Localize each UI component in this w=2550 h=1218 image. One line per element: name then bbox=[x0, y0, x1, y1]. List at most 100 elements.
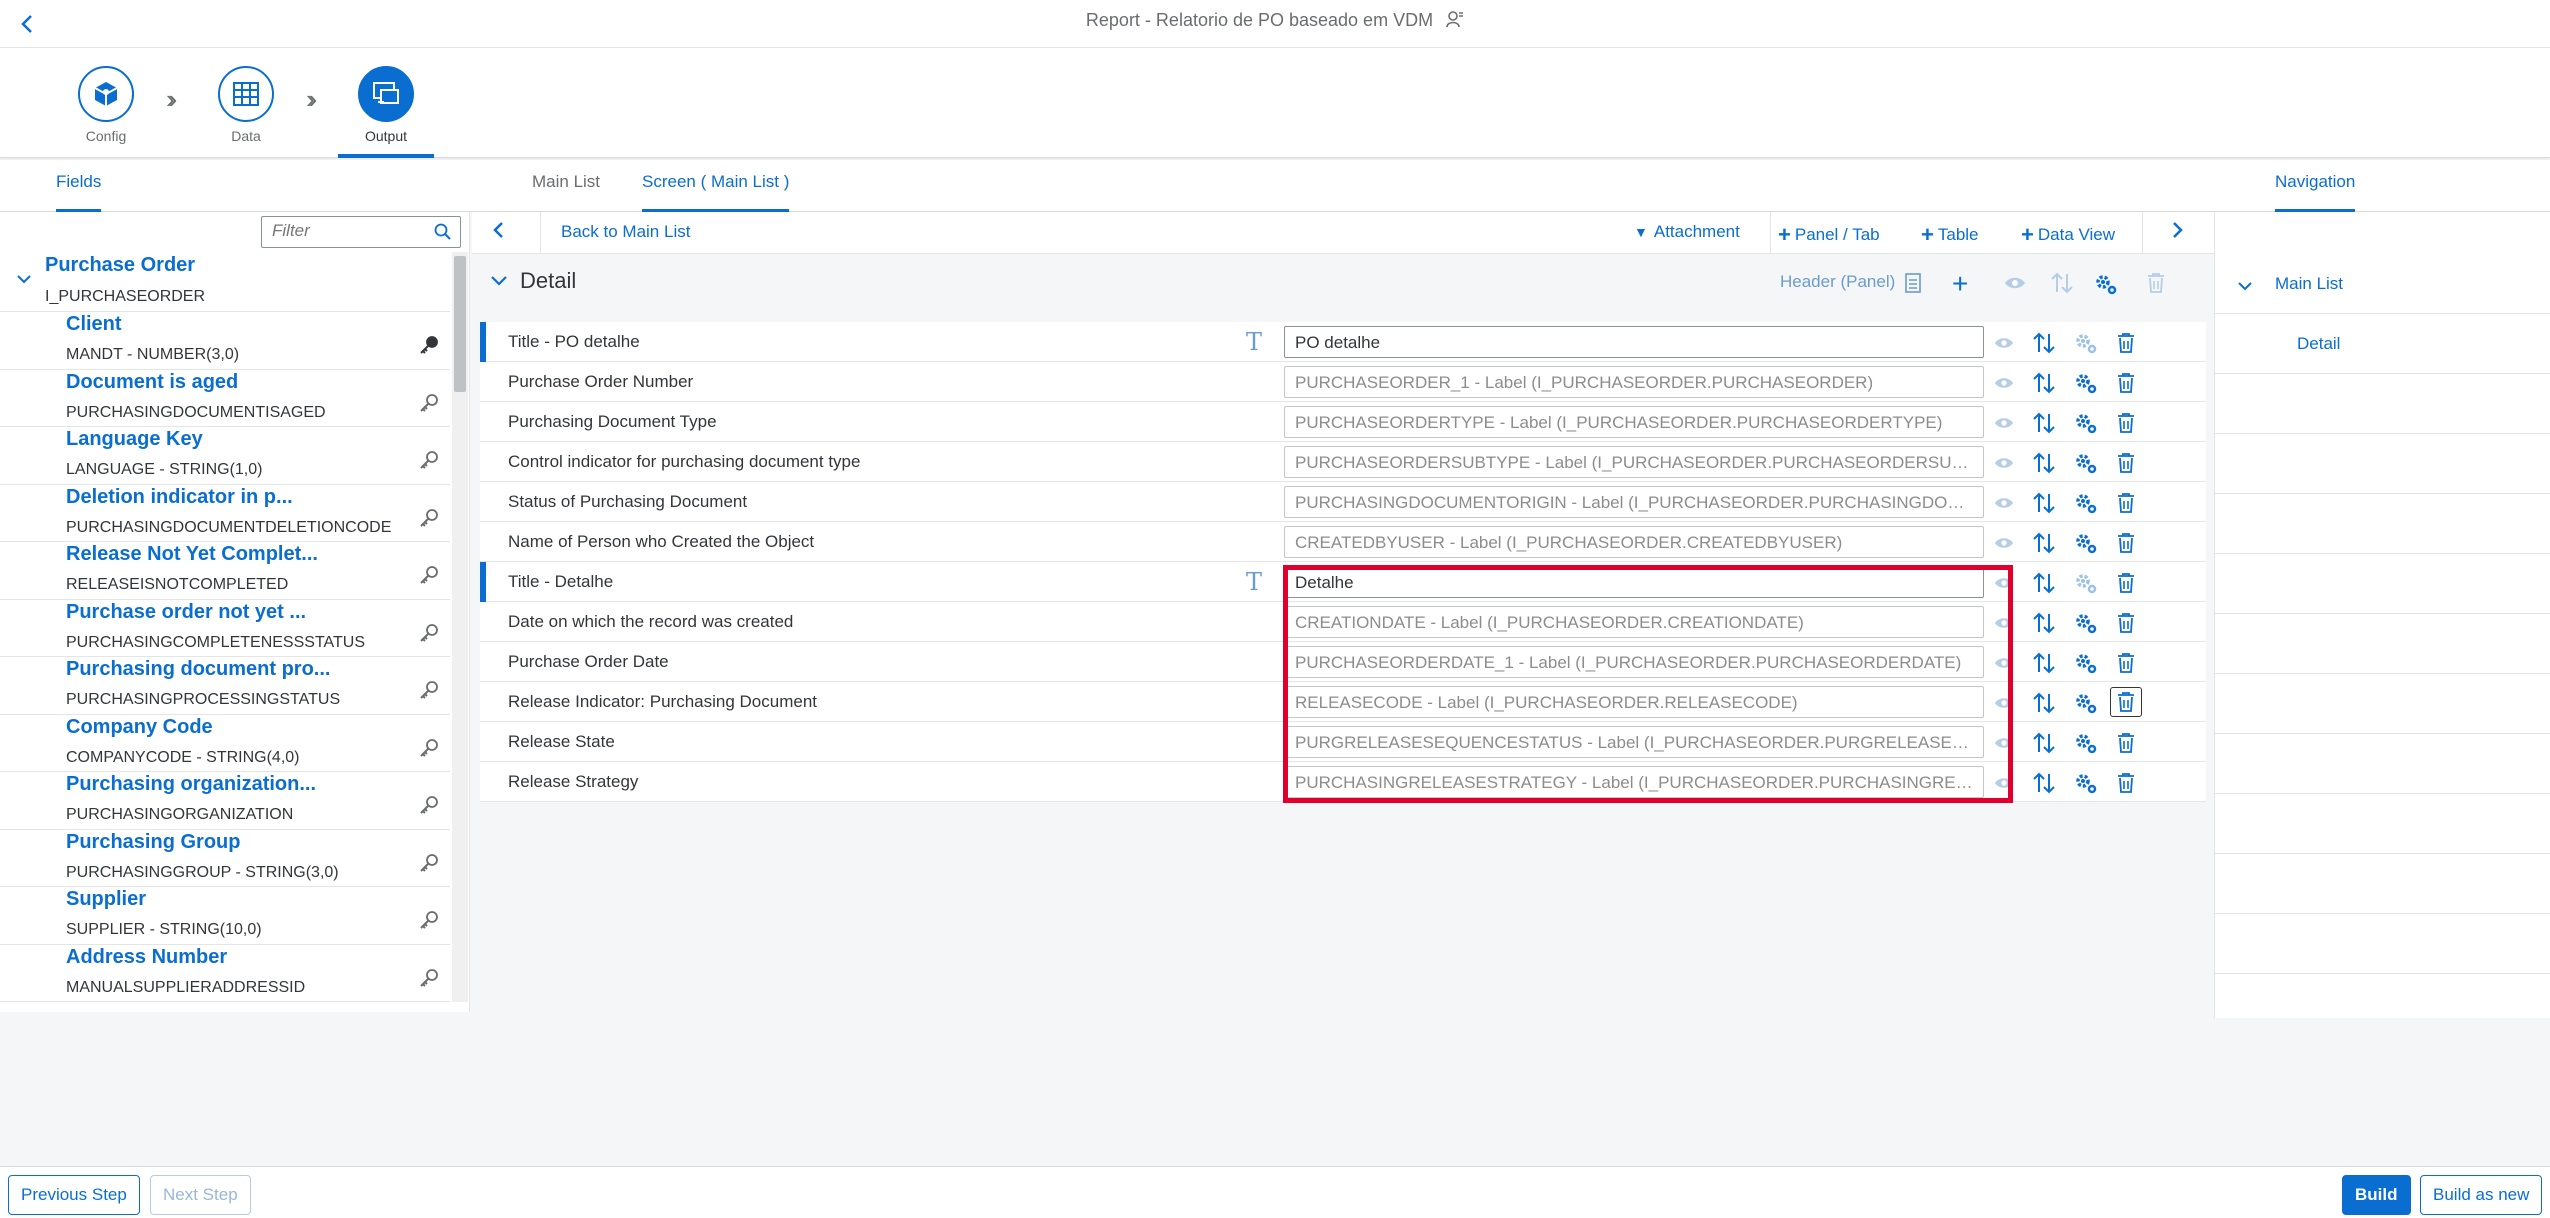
eye-icon[interactable] bbox=[1992, 451, 2016, 475]
row-field-input[interactable]: PURCHASINGDOCUMENTORIGIN - Label (I_PURC… bbox=[1284, 486, 1984, 518]
delete-icon[interactable] bbox=[2114, 411, 2138, 435]
field-list-scrollbar[interactable] bbox=[452, 252, 468, 1002]
eye-icon[interactable] bbox=[1992, 491, 2016, 515]
detail-row[interactable]: Release Strategy PURCHASINGRELEASESTRATEG… bbox=[480, 762, 2206, 802]
sort-icon[interactable] bbox=[2032, 571, 2056, 595]
step-config[interactable]: Config bbox=[46, 66, 166, 144]
field-item[interactable]: Address Number MANUALSUPPLIERADDRESSID bbox=[0, 945, 450, 1002]
delete-icon[interactable] bbox=[2114, 371, 2138, 395]
sort-icon[interactable] bbox=[2032, 331, 2056, 355]
delete-icon[interactable] bbox=[2114, 651, 2138, 675]
settings-icon[interactable] bbox=[2074, 691, 2098, 715]
field-item[interactable]: Purchasing document pro... PURCHASINGPROC… bbox=[0, 657, 450, 715]
key-icon[interactable] bbox=[418, 622, 440, 649]
row-field-input[interactable]: PURCHASEORDERDATE_1 - Label (I_PURCHASEO… bbox=[1284, 646, 1984, 678]
eye-icon[interactable] bbox=[1992, 371, 2016, 395]
eye-icon[interactable] bbox=[1992, 411, 2016, 435]
key-icon[interactable] bbox=[418, 737, 440, 764]
tree-root-purchase-order[interactable]: Purchase Order I_PURCHASEORDER bbox=[0, 252, 450, 312]
next-step-button[interactable]: Next Step bbox=[150, 1175, 251, 1215]
delete-icon[interactable] bbox=[2114, 571, 2138, 595]
sort-icon[interactable] bbox=[2032, 451, 2056, 475]
delete-icon[interactable] bbox=[2114, 731, 2138, 755]
key-icon[interactable] bbox=[418, 507, 440, 534]
step-data[interactable]: Data bbox=[186, 66, 306, 144]
nav-item-detail[interactable]: Detail bbox=[2215, 314, 2550, 374]
field-item[interactable]: Client MANDT - NUMBER(3,0) bbox=[0, 312, 450, 370]
settings-icon[interactable] bbox=[2074, 611, 2098, 635]
settings-icon[interactable] bbox=[2074, 491, 2098, 515]
nav-item-main-list[interactable]: Main List bbox=[2215, 254, 2550, 314]
key-icon[interactable] bbox=[418, 564, 440, 591]
field-item[interactable]: Release Not Yet Complet... RELEASEISNOTCO… bbox=[0, 542, 450, 600]
row-field-input[interactable]: RELEASECODE - Label (I_PURCHASEORDER.REL… bbox=[1284, 686, 1984, 718]
field-item[interactable]: Purchasing Group PURCHASINGGROUP - STRING… bbox=[0, 830, 450, 887]
row-field-input[interactable]: PURCHASEORDER_1 - Label (I_PURCHASEORDER… bbox=[1284, 366, 1984, 398]
key-icon[interactable] bbox=[418, 852, 440, 879]
build-as-new-button[interactable]: Build as new bbox=[2420, 1175, 2543, 1215]
eye-icon[interactable] bbox=[1992, 571, 2016, 595]
sort-icon[interactable] bbox=[2032, 611, 2056, 635]
key-icon[interactable] bbox=[418, 449, 440, 476]
sort-icon[interactable] bbox=[2050, 272, 2074, 299]
field-item[interactable]: Company Code COMPANYCODE - STRING(4,0) bbox=[0, 715, 450, 772]
field-item[interactable]: Language Key LANGUAGE - STRING(1,0) bbox=[0, 427, 450, 485]
settings-icon[interactable] bbox=[2074, 531, 2098, 555]
back-to-main-list-link[interactable]: Back to Main List bbox=[561, 222, 690, 242]
tab-navigation[interactable]: Navigation bbox=[2275, 172, 2356, 212]
add-table-button[interactable]: + Table bbox=[1921, 222, 1979, 248]
field-item[interactable]: Purchase order not yet ... PURCHASINGCOMP… bbox=[0, 600, 450, 657]
delete-icon[interactable] bbox=[2146, 272, 2166, 299]
row-field-input[interactable]: CREATEDBYUSER - Label (I_PURCHASEORDER.C… bbox=[1284, 526, 1984, 558]
settings-icon[interactable] bbox=[2074, 451, 2098, 475]
filter-input[interactable] bbox=[272, 217, 432, 245]
chevron-down-icon[interactable] bbox=[16, 272, 32, 290]
detail-row[interactable]: Title - Detalhe T Detalhe bbox=[480, 562, 2206, 602]
detail-row[interactable]: Purchase Order Number PURCHASEORDER_1 - L… bbox=[480, 362, 2206, 402]
settings-icon[interactable] bbox=[2074, 731, 2098, 755]
search-icon[interactable] bbox=[434, 223, 452, 246]
row-title-input[interactable]: Detalhe bbox=[1284, 566, 1984, 598]
sort-icon[interactable] bbox=[2032, 491, 2056, 515]
delete-icon[interactable] bbox=[2114, 771, 2138, 795]
add-icon[interactable]: + bbox=[1952, 268, 1968, 300]
add-data-view-button[interactable]: + Data View bbox=[2021, 222, 2115, 248]
tab-screen-main-list[interactable]: Screen ( Main List ) bbox=[642, 172, 790, 212]
delete-icon[interactable] bbox=[2114, 611, 2138, 635]
row-title-input[interactable]: PO detalhe bbox=[1284, 326, 1984, 358]
key-icon[interactable] bbox=[418, 392, 440, 419]
eye-icon[interactable] bbox=[1992, 651, 2016, 675]
detail-row[interactable]: Release State PURGRELEASESEQUENCESTATUS -… bbox=[480, 722, 2206, 762]
key-icon[interactable] bbox=[418, 794, 440, 821]
settings-icon[interactable] bbox=[2074, 371, 2098, 395]
nav-next-button[interactable] bbox=[2170, 220, 2184, 245]
detail-row[interactable]: Purchase Order Date PURCHASEORDERDATE_1 -… bbox=[480, 642, 2206, 682]
chevron-down-icon[interactable] bbox=[2237, 278, 2253, 296]
settings-icon[interactable] bbox=[2074, 771, 2098, 795]
nav-prev-button[interactable] bbox=[492, 220, 506, 245]
sort-icon[interactable] bbox=[2032, 411, 2056, 435]
row-field-input[interactable]: PURGRELEASESEQUENCESTATUS - Label (I_PUR… bbox=[1284, 726, 1984, 758]
tab-main-list[interactable]: Main List bbox=[532, 172, 600, 212]
attachment-button[interactable]: ▼ Attachment bbox=[1634, 222, 1740, 242]
delete-icon[interactable] bbox=[2114, 531, 2138, 555]
delete-icon[interactable] bbox=[2114, 491, 2138, 515]
build-button[interactable]: Build bbox=[2342, 1175, 2411, 1215]
key-icon[interactable] bbox=[418, 334, 440, 361]
field-item[interactable]: Document is aged PURCHASINGDOCUMENTISAGED bbox=[0, 370, 450, 427]
delete-icon[interactable] bbox=[2114, 331, 2138, 355]
row-field-input[interactable]: PURCHASEORDERSUBTYPE - Label (I_PURCHASE… bbox=[1284, 446, 1984, 478]
settings-icon[interactable] bbox=[2074, 571, 2098, 595]
key-icon[interactable] bbox=[418, 679, 440, 706]
eye-icon[interactable] bbox=[1992, 731, 2016, 755]
field-item[interactable]: Purchasing organization... PURCHASINGORGA… bbox=[0, 772, 450, 830]
eye-icon[interactable] bbox=[1992, 331, 2016, 355]
row-field-input[interactable]: CREATIONDATE - Label (I_PURCHASEORDER.CR… bbox=[1284, 606, 1984, 638]
sort-icon[interactable] bbox=[2032, 371, 2056, 395]
field-item[interactable]: Supplier SUPPLIER - STRING(10,0) bbox=[0, 887, 450, 945]
settings-icon[interactable] bbox=[2074, 411, 2098, 435]
chevron-down-icon[interactable] bbox=[490, 274, 508, 292]
document-icon[interactable] bbox=[1904, 272, 1922, 299]
sort-icon[interactable] bbox=[2032, 651, 2056, 675]
sort-icon[interactable] bbox=[2032, 731, 2056, 755]
